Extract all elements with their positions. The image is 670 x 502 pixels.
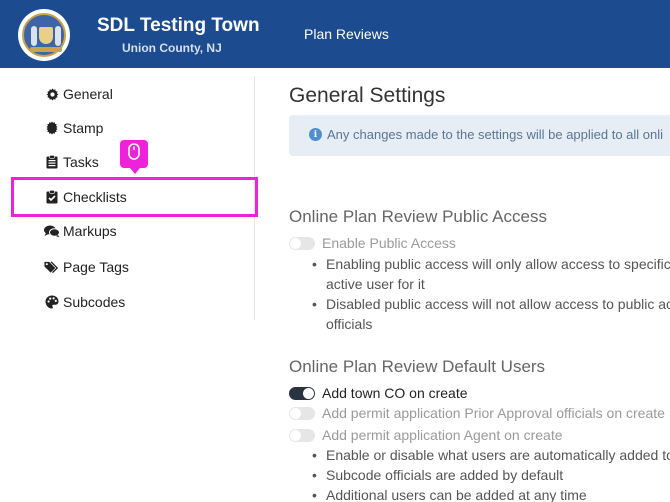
toggle-label: Add permit application Agent on create [322, 427, 563, 443]
bullet-line-continued: active user for it [326, 276, 425, 292]
sidebar-item-label: Page Tags [63, 259, 129, 275]
click-indicator [120, 140, 148, 168]
stamp-icon [44, 120, 60, 136]
info-circle-icon: i [309, 128, 322, 141]
seal-base [30, 47, 62, 52]
section-title-public-access: Online Plan Review Public Access [289, 207, 547, 226]
info-alert-content: i Any changes made to the settings will … [309, 127, 663, 142]
seal-figure-right [55, 26, 61, 46]
sidebar-item-stamp[interactable]: Stamp [44, 117, 103, 139]
toggle-label: Enable Public Access [322, 235, 456, 251]
sidebar-item-markups[interactable]: Markups [44, 220, 117, 242]
add-agent-toggle[interactable] [289, 428, 315, 442]
nav-plan-reviews-link[interactable]: Plan Reviews [304, 26, 389, 42]
clipboard-list-icon [44, 154, 60, 170]
toggle-knob [290, 429, 301, 441]
add-prior-approval-toggle[interactable] [289, 406, 315, 420]
sidebar-item-page-tags[interactable]: Page Tags [44, 256, 129, 278]
click-indicator-tail [130, 168, 140, 174]
list-item: Additional users can be added at any tim… [312, 485, 670, 502]
sidebar-item-label: Subcodes [63, 294, 126, 310]
enable-public-access-toggle[interactable] [289, 236, 315, 250]
public-access-notes: Enabling public access will only allow a… [312, 254, 670, 334]
add-prior-approval-toggle-row: Add permit application Prior Approval of… [289, 404, 665, 422]
sidebar-item-subcodes[interactable]: Subcodes [44, 291, 125, 313]
bullet-line: Enabling public access will only allow a… [326, 256, 670, 272]
enable-public-access-toggle-row: Enable Public Access [289, 234, 456, 252]
app-subtitle: Union County, NJ [122, 41, 222, 55]
bullet-line: Enable or disable what users are automat… [326, 447, 670, 463]
info-alert: i Any changes made to the settings will … [289, 115, 670, 156]
list-item: Disabled public access will not allow ac… [312, 294, 670, 334]
list-item: Enable or disable what users are automat… [312, 445, 670, 465]
sidebar-item-general[interactable]: General [44, 83, 113, 105]
sidebar-item-label: Markups [63, 223, 117, 239]
sidebar-item-label: Tasks [63, 154, 99, 170]
app-title: SDL Testing Town [97, 15, 260, 36]
info-alert-text: Any changes made to the settings will be… [327, 127, 664, 142]
palette-icon [44, 294, 60, 310]
toggle-knob [303, 387, 314, 399]
section-title-default-users: Online Plan Review Default Users [289, 357, 546, 376]
sidebar-item-label: General [63, 86, 113, 102]
settings-sidebar [0, 68, 255, 502]
bullet-line-continued: officials [326, 316, 373, 332]
mouse-icon [128, 143, 140, 165]
list-item: Subcode officials are added by default [312, 465, 670, 485]
town-seal-logo[interactable] [18, 9, 70, 61]
page-title: General Settings [289, 84, 446, 107]
sidebar-item-tasks[interactable]: Tasks [44, 151, 99, 173]
seal-figure-left [31, 26, 37, 46]
sidebar-item-label: Stamp [63, 120, 104, 136]
gear-icon [44, 86, 60, 102]
toggle-knob [290, 237, 301, 249]
bullet-line: Disabled public access will not allow ac… [326, 296, 670, 312]
top-header: SDL Testing Town Union County, NJ Plan R… [0, 0, 670, 68]
list-item: Enabling public access will only allow a… [312, 254, 670, 294]
bullet-line: Additional users can be added at any tim… [326, 487, 587, 502]
tags-icon [44, 259, 60, 275]
add-town-co-toggle-row: Add town CO on create [289, 384, 468, 402]
comments-icon [44, 223, 60, 239]
toggle-knob [290, 407, 301, 419]
seal-shield [39, 27, 53, 44]
add-agent-toggle-row: Add permit application Agent on create [289, 426, 563, 444]
default-users-notes: Enable or disable what users are automat… [312, 445, 670, 502]
checklists-highlight-box [11, 177, 258, 217]
bullet-line: Subcode officials are added by default [326, 467, 564, 483]
toggle-label: Add town CO on create [322, 385, 468, 401]
toggle-label: Add permit application Prior Approval of… [322, 405, 665, 421]
add-town-co-toggle[interactable] [289, 386, 315, 400]
seal-emblem [22, 13, 66, 57]
